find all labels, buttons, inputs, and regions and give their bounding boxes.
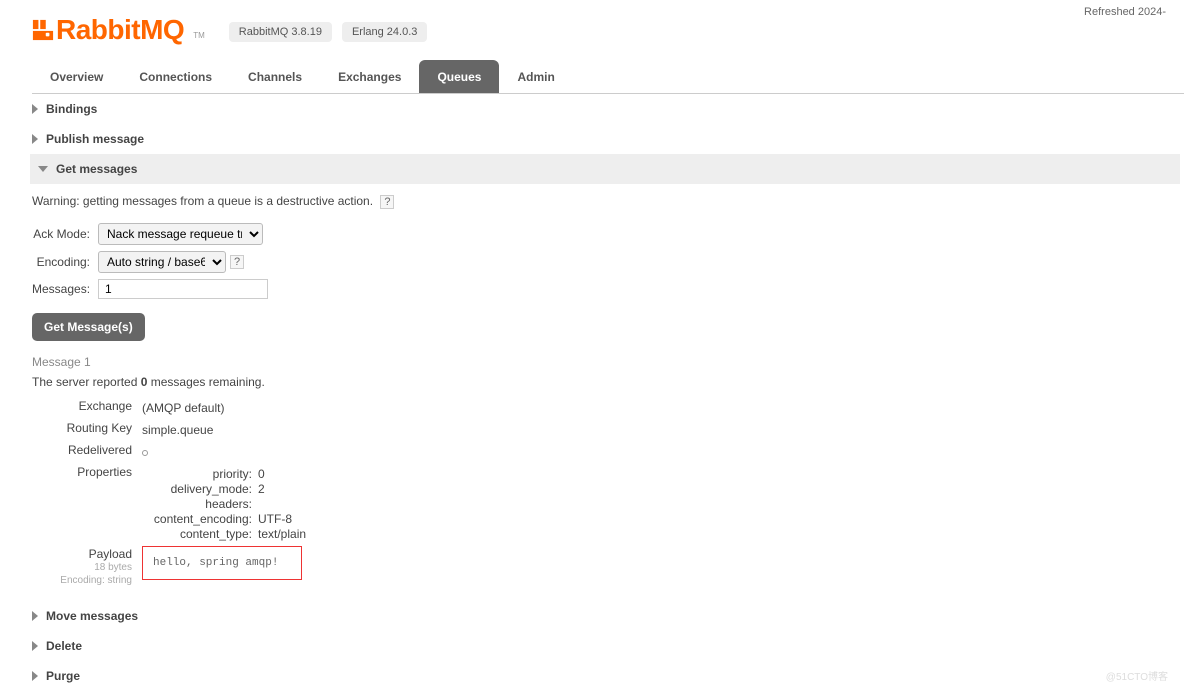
- prop-priority-v: 0: [258, 467, 1184, 481]
- payload-bytes: 18 bytes: [32, 561, 132, 574]
- rabbitmq-icon: [32, 19, 54, 41]
- logo: RabbitMQ: [32, 14, 184, 46]
- messages-input[interactable]: [98, 279, 268, 299]
- chevron-right-icon: [32, 134, 38, 144]
- watermark: @51CTO博客: [1106, 668, 1168, 683]
- trademark: TM: [193, 31, 205, 40]
- section-label: Get messages: [56, 162, 137, 176]
- prop-delivery-mode-v: 2: [258, 482, 1184, 496]
- payload-label: Payload: [32, 547, 132, 561]
- prop-priority-k: priority:: [142, 467, 252, 481]
- ack-mode-select[interactable]: Nack message requeue true: [98, 223, 263, 245]
- redelivered-label: Redelivered: [32, 443, 142, 457]
- rabbitmq-version-badge: RabbitMQ 3.8.19: [229, 22, 332, 42]
- refreshed-timestamp: Refreshed 2024-: [1084, 6, 1166, 18]
- circle-icon: [142, 450, 148, 456]
- section-label: Bindings: [46, 102, 97, 116]
- section-label: Delete: [46, 639, 82, 653]
- logo-text: RabbitMQ: [56, 14, 184, 46]
- exchange-value: (AMQP default): [142, 399, 1184, 417]
- warning-text: Warning: getting messages from a queue i…: [32, 194, 373, 208]
- section-label: Purge: [46, 669, 80, 683]
- redelivered-value: [142, 443, 1184, 461]
- ack-mode-label: Ack Mode:: [32, 227, 98, 241]
- prop-content-encoding-v: UTF-8: [258, 512, 1184, 526]
- prop-headers-v: [258, 497, 1184, 511]
- prop-content-encoding-k: content_encoding:: [142, 512, 252, 526]
- section-label: Move messages: [46, 609, 138, 623]
- tab-channels[interactable]: Channels: [230, 60, 320, 93]
- prop-content-type-v: text/plain: [258, 527, 1184, 541]
- message-heading: Message 1: [32, 355, 1184, 369]
- section-bindings[interactable]: Bindings: [32, 94, 1184, 124]
- properties-label: Properties: [32, 465, 142, 479]
- remaining-text: The server reported 0 messages remaining…: [32, 375, 1184, 389]
- prop-headers-k: headers:: [142, 497, 252, 511]
- tab-overview[interactable]: Overview: [32, 60, 121, 93]
- encoding-label: Encoding:: [32, 255, 98, 269]
- chevron-down-icon: [38, 166, 48, 172]
- tab-exchanges[interactable]: Exchanges: [320, 60, 419, 93]
- help-icon[interactable]: ?: [380, 195, 394, 209]
- get-messages-button[interactable]: Get Message(s): [32, 313, 145, 341]
- payload-value: hello, spring amqp!: [142, 546, 302, 580]
- section-purge[interactable]: Purge: [32, 661, 1184, 691]
- chevron-right-icon: [32, 641, 38, 651]
- help-icon[interactable]: ?: [230, 255, 244, 269]
- payload-encoding: Encoding: string: [32, 574, 132, 587]
- chevron-right-icon: [32, 611, 38, 621]
- section-delete[interactable]: Delete: [32, 631, 1184, 661]
- prop-delivery-mode-k: delivery_mode:: [142, 482, 252, 496]
- erlang-version-badge: Erlang 24.0.3: [342, 22, 427, 42]
- tab-admin[interactable]: Admin: [499, 60, 572, 93]
- prop-content-type-k: content_type:: [142, 527, 252, 541]
- messages-label: Messages:: [32, 282, 98, 296]
- section-publish-message[interactable]: Publish message: [32, 124, 1184, 154]
- tab-connections[interactable]: Connections: [121, 60, 230, 93]
- tab-queues[interactable]: Queues: [419, 60, 499, 93]
- section-label: Publish message: [46, 132, 144, 146]
- section-get-messages[interactable]: Get messages: [30, 154, 1180, 184]
- exchange-label: Exchange: [32, 399, 142, 413]
- routing-key-label: Routing Key: [32, 421, 142, 435]
- properties-value: priority: 0 delivery_mode: 2 headers: co…: [142, 465, 1184, 543]
- routing-key-value: simple.queue: [142, 421, 1184, 439]
- main-tabs: Overview Connections Channels Exchanges …: [32, 60, 1184, 94]
- encoding-select[interactable]: Auto string / base64: [98, 251, 226, 273]
- section-move-messages[interactable]: Move messages: [32, 601, 1184, 631]
- chevron-right-icon: [32, 104, 38, 114]
